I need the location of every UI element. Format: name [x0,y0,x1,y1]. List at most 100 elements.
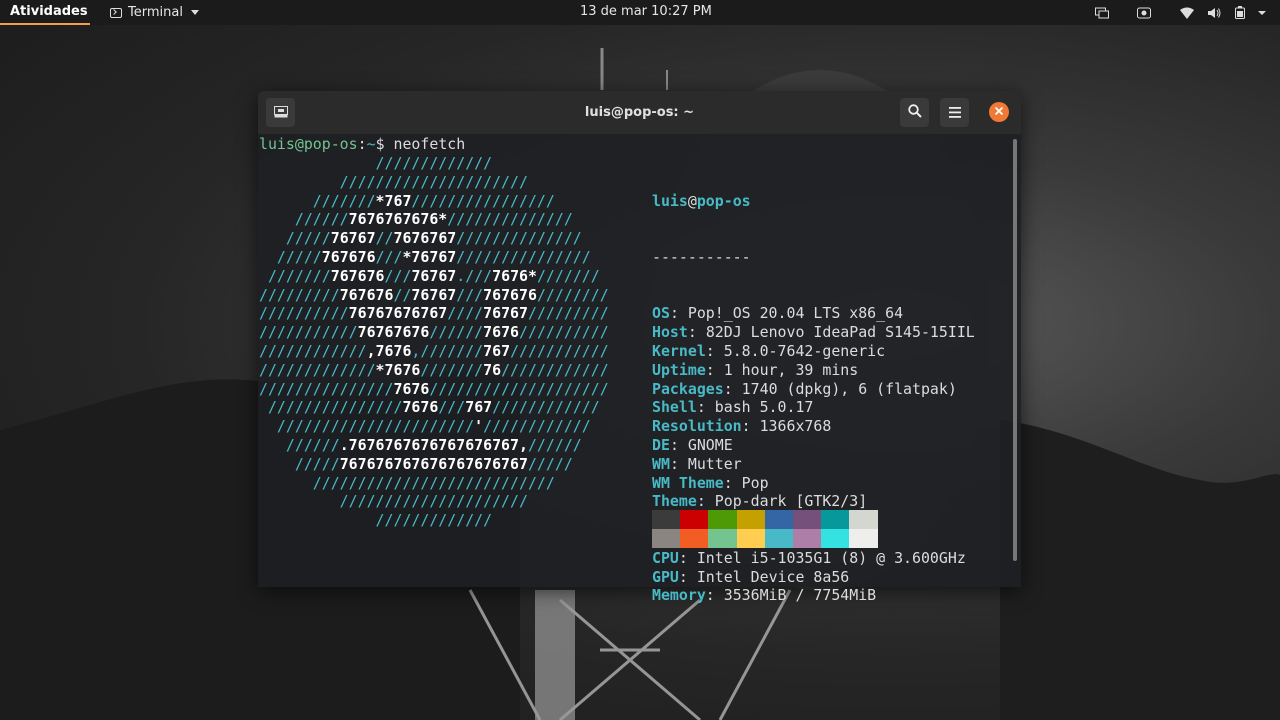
logo-segment: 767676 [483,285,537,304]
logo-line: //////7676767676*////////////// [259,210,609,229]
palette-swatch [652,529,681,548]
logo-segment: 767 [465,398,493,417]
logo-segment: ///// [259,247,322,266]
palette-swatch [764,510,793,529]
logo-line: /////////////*7676///////76//////////// [259,361,609,380]
volume-icon[interactable] [1207,6,1221,20]
title-bar[interactable]: luis@pop-os: ~ [258,91,1021,134]
info-colon: : [678,548,697,567]
palette-row-bright [652,529,878,548]
logo-line: ///////767676///76767.///7676*/////// [259,267,609,286]
info-key: Packages [652,379,724,398]
logo-segment: /// [384,266,412,285]
clock[interactable]: 13 de mar 10:27 PM [580,0,712,24]
logo-segment: /////// [259,266,331,285]
system-info: luis@pop-os ----------- OS: Pop!_OS 20.0… [652,154,975,624]
drive-icon[interactable] [1137,6,1151,20]
info-colon: : [723,379,742,398]
info-value: 1740 (dpkg), 6 (flatpak) [741,379,957,398]
logo-segment: 7676 [483,323,520,342]
wifi-icon[interactable] [1180,6,1194,20]
logo-segment: //// [447,304,484,323]
info-value: 1366x768 [759,417,832,436]
search-button[interactable] [900,98,929,127]
palette-swatch [792,510,822,529]
logo-segment: ///// [259,454,340,473]
screen-share-icon[interactable] [1095,6,1109,20]
logo-segment: 76767 [483,304,528,323]
close-button[interactable] [989,102,1009,122]
info-header: luis@pop-os [652,192,975,211]
prompt-path: ~ [366,135,376,153]
logo-segment: /////// [420,360,484,379]
logo-segment: /////////////// [456,247,591,266]
prompt-separator: : [357,135,367,153]
scrollbar[interactable] [1013,139,1017,561]
info-value: 3536MiB / 7754MiB [723,586,877,605]
info-row: Host: 82DJ Lenovo IdeaPad S145-15IIL [652,323,975,342]
info-colon: : [705,341,724,360]
info-key: Memory [652,586,706,605]
info-key: WM Theme [652,473,724,492]
info-colon: : [723,473,742,492]
logo-segment: ///////////// [259,511,493,530]
logo-segment: /////////// [510,341,609,360]
logo-line: ////////////,7676,///////767/////////// [259,342,609,361]
info-row: GPU: Intel Device 8a56 [652,568,975,587]
logo-line: ///////////////7676//////////////////// [259,380,609,399]
info-value: bash 5.0.17 [714,398,814,417]
info-key: DE [652,435,670,454]
info-row: Theme: Pop-dark [GTK2/3] [652,492,975,511]
palette-swatch [821,510,850,529]
info-row: OS: Pop!_OS 20.04 LTS x86_64 [652,304,975,323]
info-value: 5.8.0-7642-generic [723,341,886,360]
dropdown-icon[interactable] [1255,6,1269,20]
info-key: Host [652,323,688,342]
new-tab-icon [273,103,288,122]
info-key: Kernel [652,341,706,360]
logo-segment: 7676767676* [348,210,448,229]
info-colon: : [669,304,688,323]
new-tab-button[interactable] [266,98,295,127]
app-menu-terminal[interactable]: Terminal [110,0,199,25]
logo-segment: 767676 [339,285,394,304]
info-value: Pop!_OS 20.04 LTS x86_64 [687,304,904,323]
logo-segment: /////// [420,341,484,360]
logo-segment: 76 [483,360,502,379]
battery-icon[interactable] [1233,6,1247,20]
pop-os-ascii-logo: ///////////// ///////////////////// ////… [259,154,609,530]
logo-line: /////76767//7676767////////////// [259,229,609,248]
logo-segment: 76767676 [357,323,430,342]
activities-button[interactable]: Atividades [0,0,90,25]
logo-line: //////.7676767676767676767,////// [259,436,609,455]
logo-segment: ///////// [527,304,609,323]
menu-button[interactable] [940,98,969,127]
logo-segment: ////////// [259,304,349,323]
info-colon: : [741,417,760,436]
info-value: Intel i5-1035G1 (8) @ 3.600GHz [696,548,966,567]
info-value: Mutter [687,454,742,473]
logo-segment: /////////////// [259,379,394,398]
logo-segment: /// [375,247,403,266]
command-prompt: luis@pop-os:~$ neofetch [259,135,465,154]
logo-segment: //////////////////// [429,379,609,398]
info-row: Shell: bash 5.0.17 [652,398,975,417]
info-colon: : [678,567,697,586]
info-key: Theme [652,492,697,511]
palette-swatch [849,510,878,529]
logo-segment: //////////// [483,417,591,436]
palette-row-normal [652,510,878,529]
logo-line: /////////////////////////// [259,474,609,493]
logo-line: ///////////////7676///767//////////// [259,398,609,417]
info-colon: : [669,435,688,454]
logo-segment: ////// [259,210,349,229]
info-row: Uptime: 1 hour, 39 mins [652,361,975,380]
logo-segment: 76767 [411,266,457,285]
app-menu-label: Terminal [128,4,183,20]
logo-segment: //////////// [259,341,367,360]
palette-swatch [736,510,765,529]
logo-segment: *767 [375,191,412,210]
info-colon: : [687,323,706,342]
logo-segment: ///////// [259,285,340,304]
info-colon: : [696,398,715,417]
